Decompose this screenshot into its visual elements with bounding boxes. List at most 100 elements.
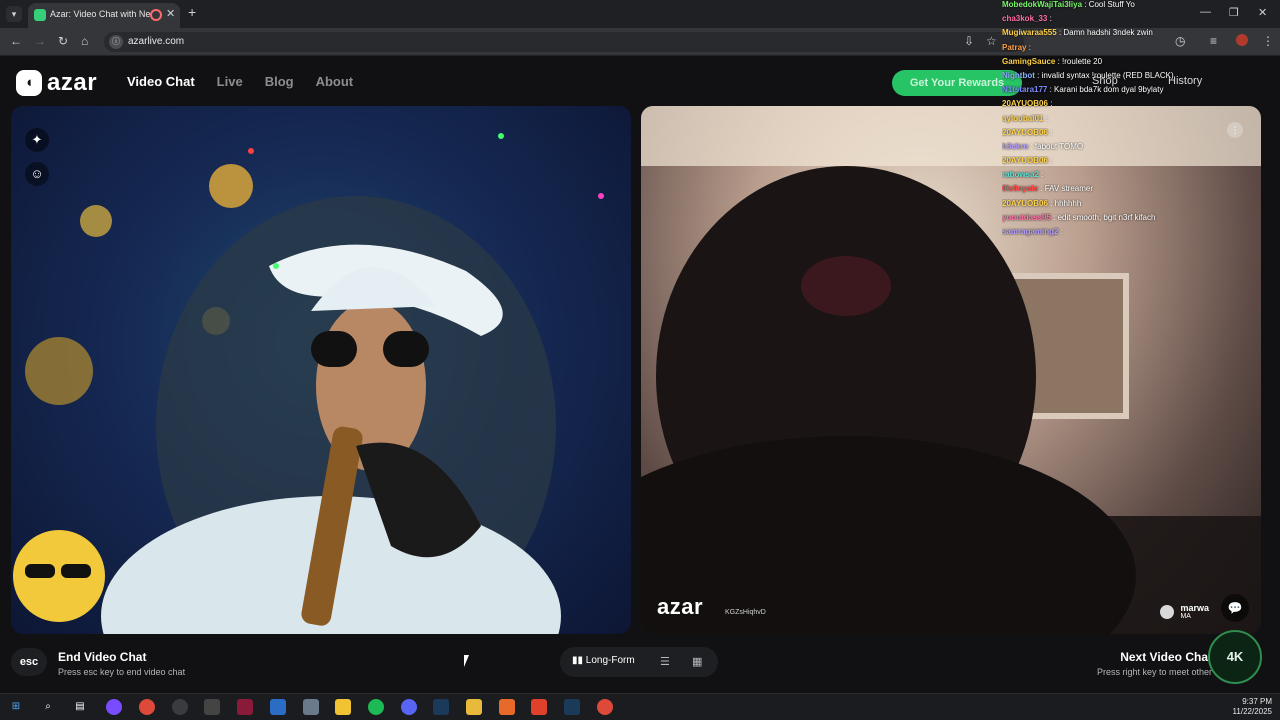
self-video-scene [13, 133, 604, 634]
chat-line: 20AYUOB06 : [1002, 99, 1272, 113]
steam-icon[interactable] [433, 699, 449, 715]
azar-watermark: azar [657, 594, 704, 619]
recording-indicator-icon [150, 9, 162, 21]
chat-username: yuoutdass95 [1002, 212, 1051, 222]
end-video-chat-hint: Press esc key to end video chat [58, 667, 186, 677]
sticker-icon[interactable]: ☺ [25, 162, 49, 186]
tab-search-button[interactable]: ▾ [6, 6, 22, 22]
layout-stacked-icon[interactable]: ☰ [660, 655, 670, 668]
watermark-code: KGZsHiqhvD [725, 609, 766, 616]
install-app-icon[interactable]: ⇩ [964, 34, 974, 48]
peer-info[interactable]: marwa MA [1160, 603, 1209, 620]
tab-close-icon[interactable]: ✕ [166, 7, 175, 20]
azar-logo-text: azar [47, 69, 98, 96]
layout-switcher: ▮▮ Long-Form ☰ ▦ [560, 647, 718, 677]
self-video: ✦ ☺ [11, 106, 631, 634]
peer-name: marwa [1180, 603, 1209, 613]
chat-message: : [1041, 170, 1044, 180]
app-icon-5[interactable] [303, 699, 319, 715]
app-icon-2[interactable] [204, 699, 220, 715]
mouse-cursor-icon [464, 655, 469, 667]
chrome-icon[interactable] [139, 699, 155, 715]
chat-line: Mugiwaraa555 : Damn hadshi 3ndek zwin [1002, 28, 1272, 42]
new-tab-button[interactable]: + [188, 4, 196, 20]
call-controls: esc End Video Chat Press esc key to end … [0, 630, 1280, 692]
chat-bubble-icon[interactable]: 💬 [1221, 594, 1249, 622]
chat-line: 0ls0nyale : FAV streamer [1002, 184, 1272, 198]
chat-message: : [1050, 156, 1053, 166]
system-clock[interactable]: 9:37 PM 11/22/2025 [1233, 697, 1272, 717]
nav-about[interactable]: About [316, 74, 354, 89]
chat-line: samragaming2 : [1002, 227, 1272, 241]
chrome-icon-2[interactable] [597, 699, 613, 715]
windows-start-icon[interactable]: ⊞ [8, 699, 24, 715]
effects-sparkle-icon[interactable]: ✦ [25, 128, 49, 152]
azar-logo[interactable]: ◖ azar [16, 69, 97, 97]
url-text: azarlive.com [128, 36, 185, 47]
chat-line: GamingSauce : !roulette 20 [1002, 57, 1272, 71]
layout-long-form-button[interactable]: ▮▮ Long-Form [572, 655, 635, 666]
back-button[interactable]: ← [10, 34, 22, 48]
chat-message: : Karani bda7k dom dyal 9bylaty [1049, 85, 1164, 95]
chat-username: GamingSauce [1002, 56, 1056, 66]
chat-username: h3ckrn [1002, 141, 1029, 151]
app-icon-1[interactable] [106, 699, 122, 715]
chat-username: MobedokWajiTai3liya [1002, 0, 1083, 9]
chat-message: : Damn hadshi 3ndek zwin [1058, 28, 1153, 38]
chat-username: 20AYUOB06 [1002, 127, 1048, 137]
chat-username: cha3kok_33 [1002, 14, 1048, 24]
chat-message: : !roulette 20 [1057, 56, 1103, 66]
nav-live[interactable]: Live [217, 74, 243, 89]
folder-icon[interactable] [466, 699, 482, 715]
spotify-icon[interactable] [368, 699, 384, 715]
brave-icon[interactable] [531, 699, 547, 715]
discord-icon[interactable] [401, 699, 417, 715]
next-video-chat-label[interactable]: Next Video Chat [1120, 650, 1212, 664]
windows-taskbar: ⊞ ⌕ ▤ 9:37 PM 11/22/2025 [0, 693, 1280, 720]
chat-username: ayloubal01 [1002, 113, 1044, 123]
chat-message: : invalid syntax !roulette (RED BLACK) [1037, 70, 1174, 80]
chat-line: N1tstara177 : Karani bda7k dom dyal 9byl… [1002, 85, 1272, 99]
chat-username: 20AYUOB06 [1002, 156, 1048, 166]
esc-key-button[interactable]: esc [11, 648, 47, 676]
chat-message: : fabout TOMO [1030, 141, 1084, 151]
address-bar[interactable]: ⓘ azarlive.com [104, 32, 1024, 52]
home-button[interactable]: ⌂ [81, 34, 88, 48]
chat-line: Nightbot : invalid syntax !roulette (RED… [1002, 71, 1272, 85]
bookmark-star-icon[interactable]: ☆ [986, 34, 997, 48]
chat-message: : [1060, 227, 1063, 236]
search-icon[interactable]: ⌕ [40, 699, 56, 715]
chat-line: ayloubal01 : [1002, 114, 1272, 128]
chat-username: N1tstara177 [1002, 85, 1048, 95]
chat-message: : [1050, 127, 1053, 137]
chat-message: : [1028, 42, 1031, 52]
end-video-chat-label[interactable]: End Video Chat [58, 650, 146, 664]
file-explorer-icon[interactable] [335, 699, 351, 715]
forward-button[interactable]: → [34, 34, 46, 48]
reload-button[interactable]: ↻ [58, 34, 68, 48]
chat-message: : edit smooth, bgit n3rf kifach [1053, 212, 1156, 222]
layout-grid-icon[interactable]: ▦ [692, 655, 702, 668]
task-view-icon[interactable]: ▤ [72, 699, 88, 715]
chat-line: h3ckrn : fabout TOMO [1002, 142, 1272, 156]
chat-line: cha3kok_33 : [1002, 14, 1272, 28]
peer-country: MA [1180, 613, 1191, 620]
streamer-4k-badge: 4K [1208, 630, 1262, 684]
app-icon-3[interactable] [237, 699, 253, 715]
app-icon-6[interactable] [499, 699, 515, 715]
next-video-chat-hint: Press right key to meet other [1096, 667, 1212, 677]
stream-chat-overlay: MobedokWajiTai3liya : Cool Stuff Yo cha3k… [1002, 0, 1272, 241]
nav-blog[interactable]: Blog [265, 74, 294, 89]
peer-avatar [1160, 604, 1175, 619]
chat-line: 20AYUOB06 : [1002, 156, 1272, 170]
browser-tab-azar[interactable]: Azar: Video Chat with New ✕ [28, 3, 180, 28]
app-icon-4[interactable] [270, 699, 286, 715]
site-info-icon[interactable]: ⓘ [109, 35, 123, 49]
nav-video-chat[interactable]: Video Chat [127, 74, 195, 89]
chat-line: Patray : [1002, 43, 1272, 57]
chat-message: : [1045, 113, 1048, 123]
obs-icon[interactable] [172, 699, 188, 715]
chat-username: Nightbot [1002, 70, 1035, 80]
steam-icon-2[interactable] [564, 699, 580, 715]
main-nav: Video Chat Live Blog About [127, 74, 353, 89]
